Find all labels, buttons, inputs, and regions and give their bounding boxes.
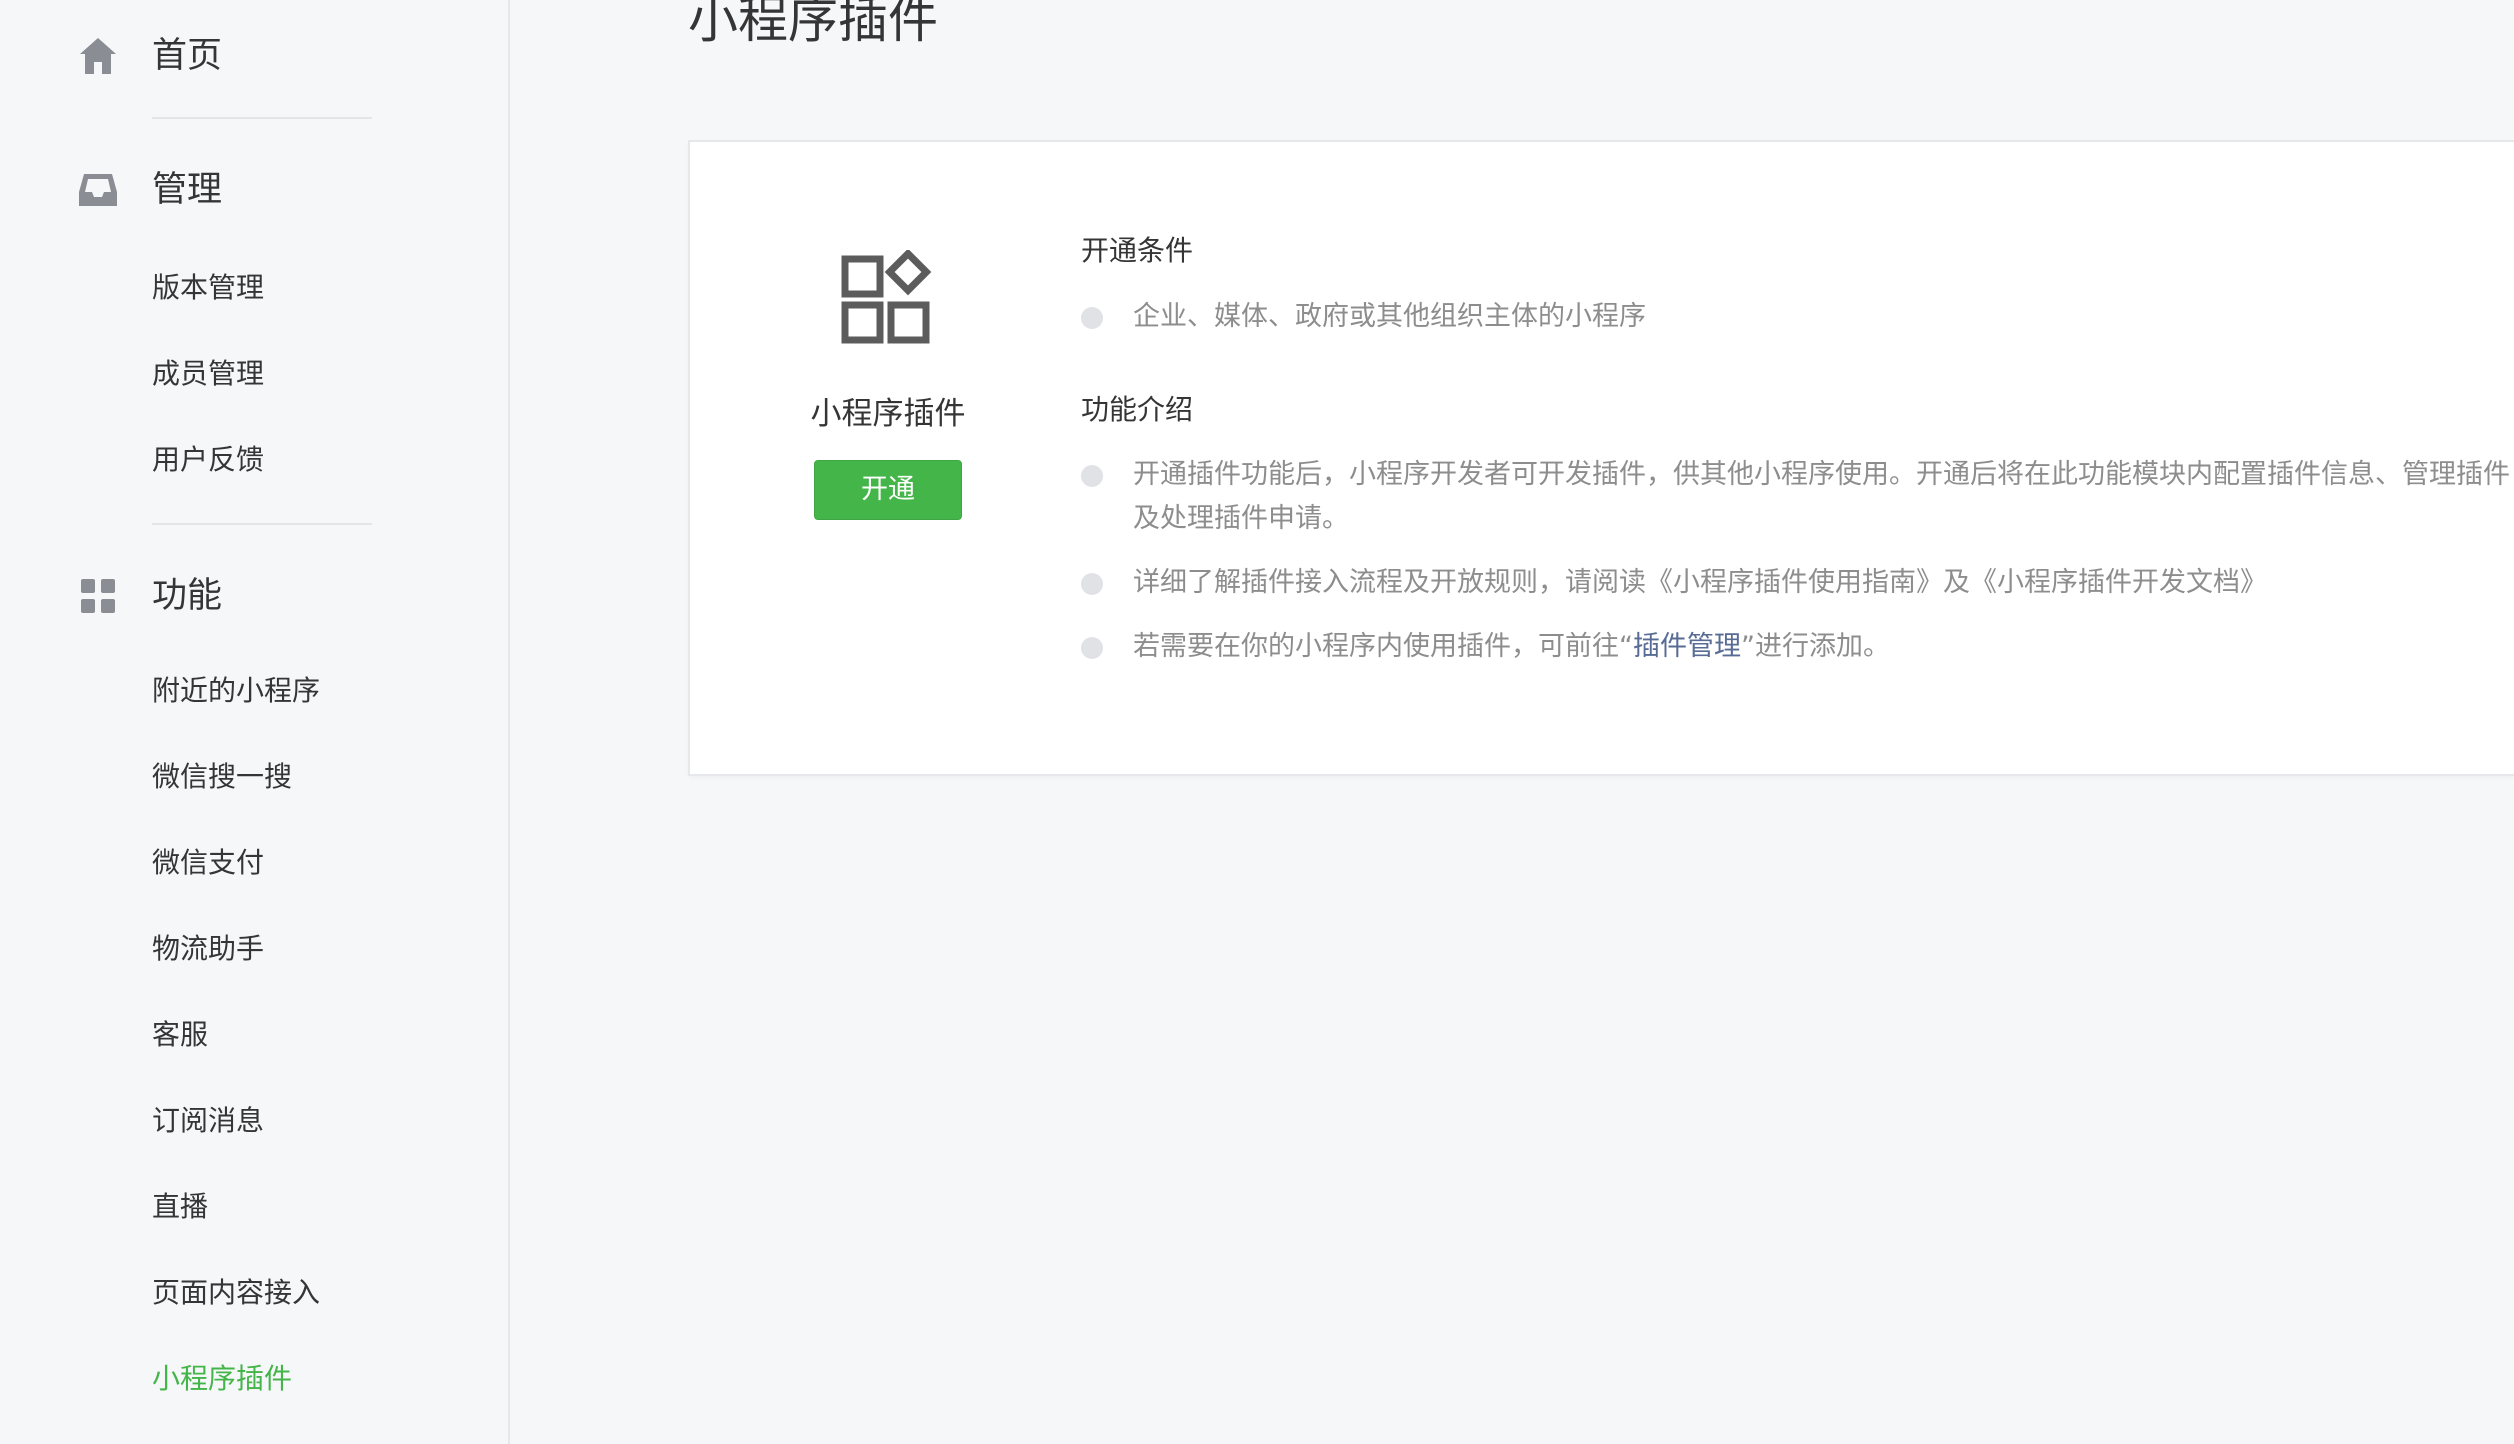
sidebar-features-label: 功能: [152, 576, 223, 616]
intro-title: 功能介绍: [1081, 393, 1194, 426]
sidebar-item-live[interactable]: 直播: [152, 1187, 208, 1227]
inbox-icon: [76, 168, 120, 212]
sidebar-manage-label: 管理: [152, 170, 223, 210]
conditions-title: 开通条件: [1081, 234, 1194, 267]
intro-item: 若需要在你的小程序内使用插件，可前往“插件管理”进行添加。: [1081, 625, 2514, 669]
intro-item: 开通插件功能后，小程序开发者可开发插件，供其他小程序使用。开通后将在此功能模块内…: [1081, 453, 2514, 541]
bullet-dot-icon: [1081, 307, 1103, 329]
sidebar-item-miniprogram-plugin[interactable]: 小程序插件: [152, 1359, 292, 1399]
sidebar: 首页 管理 版本管理 成员管理 用户反馈 功能 附近的小程序 微信搜一搜 微信支…: [0, 0, 510, 1444]
sidebar-divider: [152, 117, 372, 119]
intro-item-text-after: ”进行添加。: [1741, 631, 1890, 662]
sidebar-section-features: 功能: [0, 554, 508, 634]
plugin-name: 小程序插件: [810, 396, 966, 432]
bullet-dot-icon: [1081, 573, 1103, 595]
sidebar-item-home[interactable]: 首页: [0, 14, 508, 94]
intro-item-text: 开通插件功能后，小程序开发者可开发插件，供其他小程序使用。开通后将在此功能模块内…: [1133, 453, 2514, 541]
sidebar-item-wechat-pay[interactable]: 微信支付: [152, 843, 264, 883]
intro-item-text-before: 若需要在你的小程序内使用插件，可前往“: [1133, 631, 1633, 662]
sidebar-divider: [152, 523, 372, 525]
open-button[interactable]: 开通: [814, 460, 962, 520]
intro-item-line: 开通插件功能后，小程序开发者可开发插件，供其他小程序使用。开通后将在此功能模块内…: [1133, 459, 2510, 490]
sidebar-item-customer-service[interactable]: 客服: [152, 1015, 208, 1055]
plugin-icon: [840, 248, 936, 346]
bullet-dot-icon: [1081, 637, 1103, 659]
sidebar-item-wechat-search[interactable]: 微信搜一搜: [152, 757, 292, 797]
sidebar-item-page-content[interactable]: 页面内容接入: [152, 1273, 320, 1313]
conditions-item: 企业、媒体、政府或其他组织主体的小程序: [1081, 295, 2514, 339]
intro-item-text: 详细了解插件接入流程及开放规则，请阅读《小程序插件使用指南》及《小程序插件开发文…: [1133, 567, 2267, 598]
conditions-item-text: 企业、媒体、政府或其他组织主体的小程序: [1133, 301, 1646, 332]
plugin-card: 小程序插件 开通 开通条件 企业、媒体、政府或其他组织主体的小程序 功能介绍 开…: [688, 140, 2514, 776]
sidebar-item-member-management[interactable]: 成员管理: [152, 354, 264, 394]
sidebar-home-label: 首页: [152, 36, 223, 76]
intro-item-line: 及处理插件申请。: [1133, 503, 1349, 534]
sidebar-item-subscription-messages[interactable]: 订阅消息: [152, 1101, 264, 1141]
intro-item: 详细了解插件接入流程及开放规则，请阅读《小程序插件使用指南》及《小程序插件开发文…: [1081, 561, 2514, 605]
grid-icon: [76, 574, 120, 618]
sidebar-section-manage: 管理: [0, 148, 508, 228]
sidebar-item-version-management[interactable]: 版本管理: [152, 268, 264, 308]
page-title: 小程序插件: [688, 0, 938, 49]
sidebar-item-user-feedback[interactable]: 用户反馈: [152, 440, 264, 480]
bullet-dot-icon: [1081, 465, 1103, 487]
plugin-management-link[interactable]: 插件管理: [1633, 631, 1741, 662]
intro-item-text: 若需要在你的小程序内使用插件，可前往“插件管理”进行添加。: [1133, 625, 2514, 669]
sidebar-item-logistics[interactable]: 物流助手: [152, 929, 264, 969]
sidebar-item-nearby-miniprogram[interactable]: 附近的小程序: [152, 671, 320, 711]
home-icon: [76, 34, 120, 78]
